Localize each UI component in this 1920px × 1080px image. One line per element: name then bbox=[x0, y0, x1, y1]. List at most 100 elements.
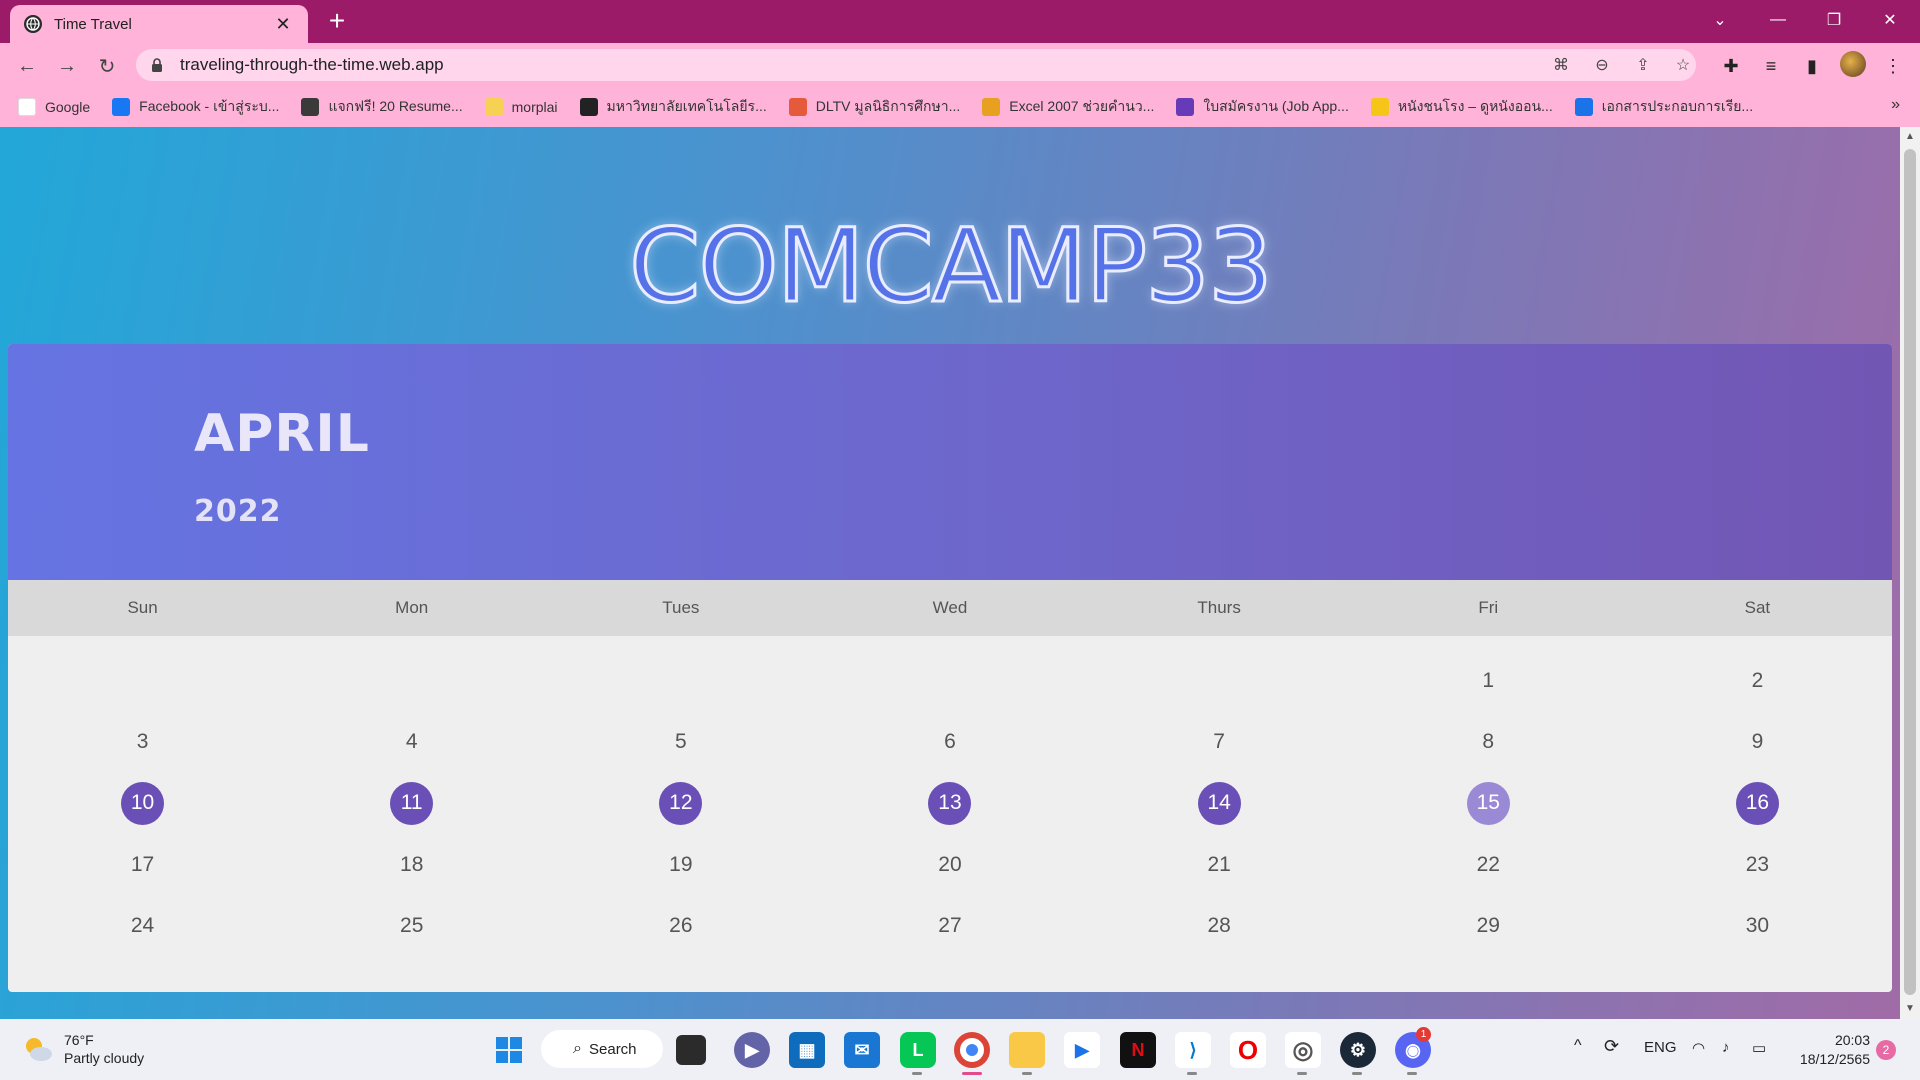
day-cell[interactable]: 23 bbox=[1623, 834, 1892, 895]
scroll-thumb[interactable] bbox=[1904, 149, 1916, 995]
language-indicator[interactable]: ENG bbox=[1644, 1039, 1677, 1056]
weather-widget[interactable]: 76°F Partly cloudy bbox=[22, 1031, 144, 1067]
bookmark-item[interactable]: DLTV มูลนิธิการศึกษา... bbox=[788, 96, 960, 118]
back-button[interactable]: ← bbox=[12, 51, 42, 81]
clock[interactable]: 20:03 18/12/2565 bbox=[1792, 1031, 1870, 1069]
day-cell[interactable]: 18 bbox=[277, 834, 546, 895]
vscode-icon[interactable]: ⟩ bbox=[1175, 1032, 1211, 1068]
day-cell[interactable]: 3 bbox=[8, 711, 277, 772]
bookmark-item[interactable]: แจกฟรี! 20 Resume... bbox=[301, 96, 463, 118]
bookmark-label: มหาวิทยาลัยเทคโนโลยีร... bbox=[606, 98, 767, 114]
share-icon[interactable]: ⇪ bbox=[1632, 54, 1654, 76]
day-cell[interactable]: 10 bbox=[8, 773, 277, 834]
day-cell[interactable]: 26 bbox=[546, 896, 815, 957]
day-cell[interactable]: 14 bbox=[1085, 773, 1354, 834]
day-cell[interactable]: 27 bbox=[815, 896, 1084, 957]
day-cell[interactable]: 29 bbox=[1354, 896, 1623, 957]
netflix-icon[interactable]: N bbox=[1120, 1032, 1156, 1068]
start-windows-icon[interactable] bbox=[491, 1032, 527, 1068]
connect-icon[interactable]: ◎ bbox=[1285, 1032, 1321, 1068]
day-cell[interactable]: 22 bbox=[1354, 834, 1623, 895]
microsoft-store-icon[interactable]: ▦ bbox=[789, 1032, 825, 1068]
day-cell[interactable]: 21 bbox=[1085, 834, 1354, 895]
day-cell[interactable]: 7 bbox=[1085, 711, 1354, 772]
minimize-button[interactable]: — bbox=[1750, 0, 1806, 40]
bookmark-star-icon[interactable]: ☆ bbox=[1672, 54, 1694, 76]
mail-icon[interactable]: ✉ bbox=[844, 1032, 880, 1068]
volume-icon[interactable]: ♪ bbox=[1722, 1039, 1730, 1056]
steam-icon[interactable]: ⚙ bbox=[1340, 1032, 1376, 1068]
bookmark-item[interactable]: เอกสารประกอบการเรีย... bbox=[1574, 96, 1753, 118]
notification-badge[interactable]: 2 bbox=[1876, 1040, 1896, 1060]
taskbar-search[interactable]: ⌕ Search bbox=[541, 1030, 663, 1068]
day-number: 30 bbox=[1745, 914, 1770, 938]
sync-icon[interactable]: ⟳ bbox=[1604, 1036, 1619, 1057]
tray-overflow-chevron-icon[interactable]: ^ bbox=[1574, 1037, 1582, 1055]
day-cell[interactable]: 24 bbox=[8, 896, 277, 957]
line-app-icon[interactable]: L bbox=[900, 1032, 936, 1068]
lock-icon[interactable] bbox=[150, 57, 164, 73]
reload-button[interactable]: ↻ bbox=[92, 51, 122, 81]
day-number: 11 bbox=[390, 781, 434, 825]
panda-icon bbox=[301, 98, 320, 116]
battery-icon[interactable]: ▭ bbox=[1752, 1039, 1766, 1057]
day-cell[interactable]: 2 bbox=[1623, 650, 1892, 711]
bookmark-item[interactable]: มหาวิทยาลัยเทคโนโลยีร... bbox=[579, 96, 767, 118]
media-player-icon[interactable]: ▶ bbox=[1064, 1032, 1100, 1068]
bookmark-label: Excel 2007 ช่วยคำนว... bbox=[1009, 98, 1155, 114]
day-cell[interactable]: 11 bbox=[277, 773, 546, 834]
day-cell[interactable]: 19 bbox=[546, 834, 815, 895]
day-cell[interactable]: 13 bbox=[815, 773, 1084, 834]
new-tab-button[interactable]: + bbox=[322, 6, 352, 36]
day-cell[interactable]: 6 bbox=[815, 711, 1084, 772]
browser-tab[interactable]: Time Travel ✕ bbox=[10, 5, 308, 43]
scroll-up-icon[interactable]: ▲ bbox=[1900, 129, 1920, 145]
day-cell[interactable]: 4 bbox=[277, 711, 546, 772]
bookmark-item[interactable]: Google bbox=[18, 98, 90, 116]
day-cell[interactable]: 17 bbox=[8, 834, 277, 895]
tab-close-icon[interactable]: ✕ bbox=[272, 14, 294, 35]
chrome-icon[interactable] bbox=[954, 1032, 990, 1068]
opera-icon[interactable]: O bbox=[1230, 1032, 1266, 1068]
bookmark-item[interactable]: ใบสมัครงาน (Job App... bbox=[1176, 96, 1349, 118]
day-cell[interactable]: 5 bbox=[546, 711, 815, 772]
forward-button[interactable]: → bbox=[52, 51, 82, 81]
profile-avatar[interactable] bbox=[1840, 51, 1866, 77]
zoom-icon[interactable]: ⊖ bbox=[1591, 54, 1613, 76]
day-cell[interactable]: 28 bbox=[1085, 896, 1354, 957]
day-cell[interactable]: 16 bbox=[1623, 773, 1892, 834]
day-number: 29 bbox=[1476, 914, 1500, 938]
close-window-button[interactable]: ✕ bbox=[1862, 0, 1918, 40]
media-controls-icon[interactable]: ≡ bbox=[1758, 53, 1784, 79]
bookmark-item[interactable]: Excel 2007 ช่วยคำนว... bbox=[982, 96, 1154, 118]
scroll-down-icon[interactable]: ▼ bbox=[1900, 1001, 1920, 1017]
bookmark-item[interactable]: morplai bbox=[484, 98, 558, 116]
extensions-icon[interactable]: ✚ bbox=[1718, 53, 1744, 79]
day-cell[interactable]: 15 bbox=[1354, 773, 1623, 834]
globe-icon bbox=[579, 98, 598, 116]
day-cell[interactable]: 12 bbox=[546, 773, 815, 834]
bookmark-item[interactable]: หนังชนโรง – ดูหนังออน... bbox=[1370, 96, 1553, 118]
restore-button[interactable]: ❐ bbox=[1806, 0, 1862, 40]
wifi-icon[interactable]: ◠ bbox=[1692, 1039, 1705, 1057]
teams-chat-icon[interactable]: ▶ bbox=[734, 1032, 770, 1068]
task-view-icon[interactable] bbox=[676, 1035, 706, 1065]
translate-icon[interactable]: ⌘ bbox=[1550, 54, 1572, 76]
side-panel-icon[interactable]: ▮ bbox=[1799, 53, 1825, 79]
day-cell[interactable]: 9 bbox=[1623, 711, 1892, 772]
page-scrollbar[interactable]: ▲ ▼ bbox=[1900, 127, 1920, 1019]
day-cell[interactable]: 8 bbox=[1354, 711, 1623, 772]
day-cell[interactable]: 25 bbox=[277, 896, 546, 957]
file-explorer-icon[interactable] bbox=[1009, 1032, 1045, 1068]
day-cell[interactable]: 1 bbox=[1354, 650, 1623, 711]
day-cell[interactable]: 30 bbox=[1623, 896, 1892, 957]
day-cell[interactable]: 20 bbox=[815, 834, 1084, 895]
page-viewport: COMCAMP33 APRIL 2022 Sun Mon Tues Wed Thurs F… bbox=[0, 127, 1920, 1019]
address-bar[interactable]: traveling-through-the-time.web.app bbox=[136, 49, 1696, 81]
menu-kebab-icon[interactable]: ⋮ bbox=[1880, 53, 1906, 79]
star-icon bbox=[1370, 98, 1389, 116]
more-bookmarks-icon[interactable]: » bbox=[1891, 96, 1900, 114]
tab-search-chevron-icon[interactable]: ⌄ bbox=[1692, 0, 1748, 40]
bookmark-item[interactable]: Facebook - เข้าสู่ระบ... bbox=[112, 96, 279, 118]
day-number: 22 bbox=[1476, 852, 1500, 876]
